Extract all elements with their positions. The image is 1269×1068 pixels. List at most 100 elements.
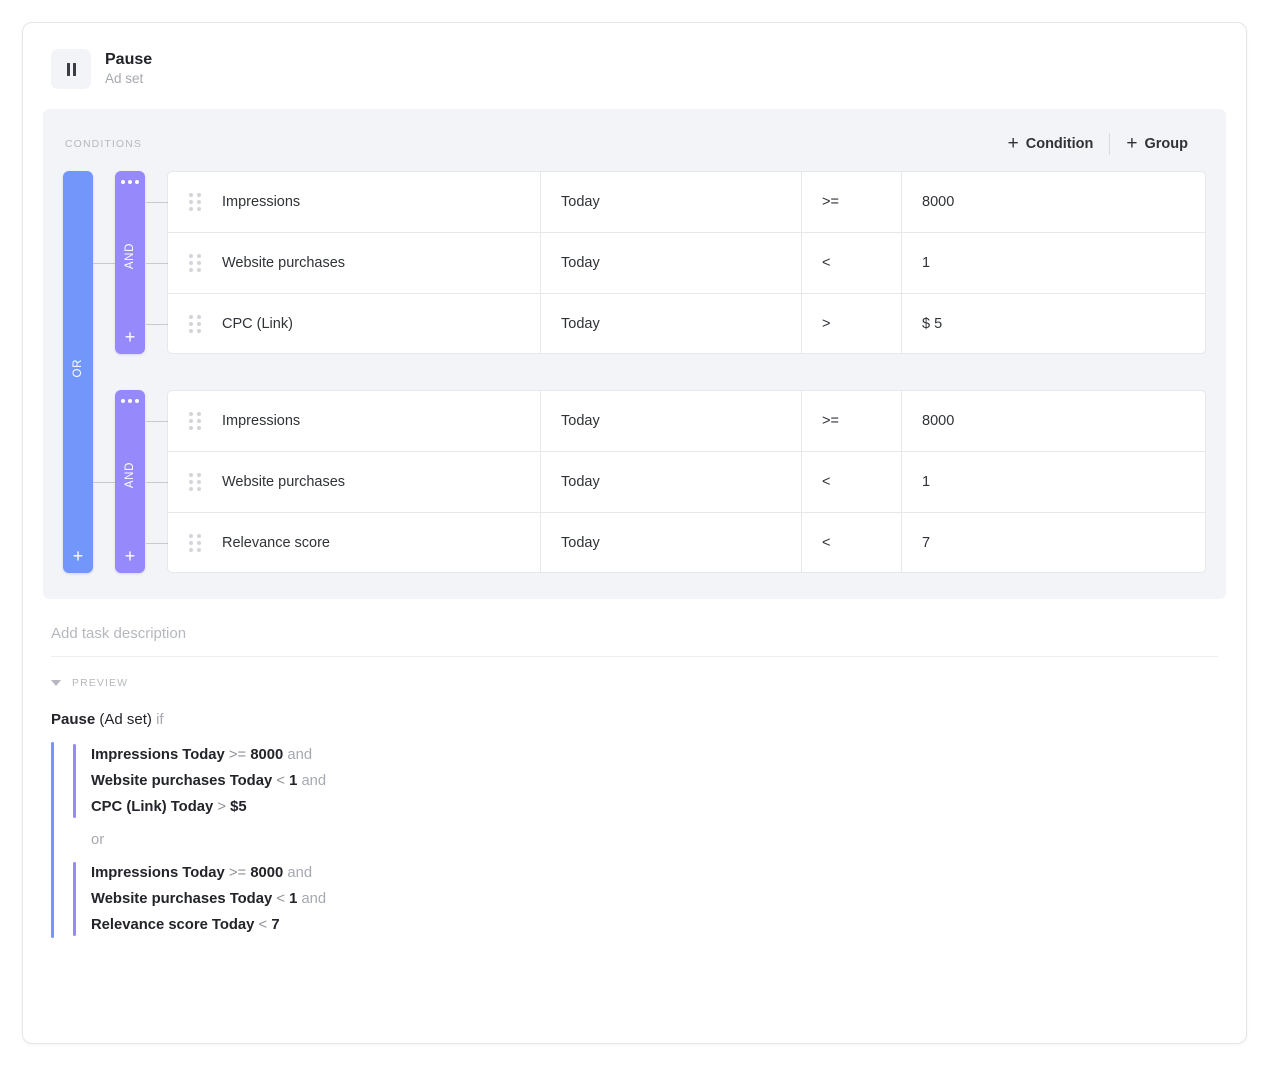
timeframe-cell[interactable]: Today (541, 172, 802, 232)
metric-cell[interactable]: Website purchases (168, 233, 541, 293)
metric-cell[interactable]: Website purchases (168, 452, 541, 512)
condition-group: AND + Impressions Today (93, 390, 1206, 573)
preview-line: Relevance score Today < 7 (91, 912, 1218, 938)
drag-handle-icon[interactable] (176, 412, 214, 430)
preview-and-bar (73, 862, 76, 936)
timeframe-cell[interactable]: Today (541, 294, 802, 353)
table-row[interactable]: Impressions Today >= 8000 (167, 390, 1206, 451)
preview-subject: Website purchases Today (91, 891, 272, 907)
preview-value: 8000 (250, 865, 283, 881)
preview-group: Impressions Today >= 8000 and Website pu… (67, 860, 1218, 938)
drag-handle-icon[interactable] (176, 315, 214, 333)
preview-subject: Impressions Today (91, 747, 225, 763)
timeframe-cell[interactable]: Today (541, 452, 802, 512)
task-header: Pause Ad set (23, 23, 1246, 109)
row-connector-line (146, 421, 168, 422)
drag-handle-icon[interactable] (176, 534, 214, 552)
operator-cell[interactable]: < (802, 513, 902, 572)
preview-section-label: PREVIEW (72, 677, 128, 689)
drag-handle-icon[interactable] (176, 473, 214, 491)
preview-operator: < (259, 917, 268, 933)
timeframe-cell[interactable]: Today (541, 513, 802, 572)
condition-groups: AND + Impressions Today (93, 171, 1206, 573)
preview-toggle[interactable]: PREVIEW (51, 657, 1218, 689)
or-operator-label: OR (72, 359, 84, 377)
metric-cell[interactable]: Impressions (168, 172, 541, 232)
add-condition-inline-button[interactable]: + (125, 548, 136, 564)
and-operator-column: AND + (115, 390, 145, 573)
and-operator-bar[interactable]: AND + (115, 390, 145, 573)
plus-icon: + (1126, 137, 1137, 151)
page-title: Pause (105, 50, 152, 69)
value-cell[interactable]: 1 (902, 233, 1205, 293)
operator-cell[interactable]: >= (802, 391, 902, 451)
preview-subject: Website purchases Today (91, 773, 272, 789)
operator-cell[interactable]: < (802, 233, 902, 293)
metric-cell[interactable]: CPC (Link) (168, 294, 541, 353)
metric-value: Website purchases (214, 474, 345, 490)
table-row[interactable]: Impressions Today >= 8000 (167, 171, 1206, 232)
metric-value: Relevance score (214, 535, 330, 551)
metric-value: Website purchases (214, 255, 345, 271)
preview-group: Impressions Today >= 8000 and Website pu… (67, 742, 1218, 820)
or-operator-bar[interactable]: OR + (63, 171, 93, 573)
conditions-actions: + Condition + Group (992, 133, 1204, 155)
preview-value: 1 (289, 891, 297, 907)
plus-icon: + (1008, 137, 1019, 151)
preview-operator: > (217, 799, 226, 815)
operator-cell[interactable]: >= (802, 172, 902, 232)
value-cell[interactable]: 8000 (902, 172, 1205, 232)
value-cell[interactable]: 7 (902, 513, 1205, 572)
preview-line: Website purchases Today < 1 and (91, 768, 1218, 794)
drag-handle-icon[interactable] (176, 254, 214, 272)
preview-body: Pause (Ad set) if Impressions Today >= 8… (51, 689, 1218, 938)
row-connector-line (146, 202, 168, 203)
preview-line: Website purchases Today < 1 and (91, 886, 1218, 912)
drag-handle-icon[interactable] (176, 193, 214, 211)
preview-or-bar (51, 742, 54, 938)
conditions-panel: CONDITIONS + Condition + Group (43, 109, 1226, 599)
task-description-input[interactable] (51, 625, 1218, 657)
add-condition-inline-button[interactable]: + (125, 329, 136, 345)
value-cell[interactable]: 8000 (902, 391, 1205, 451)
metric-cell[interactable]: Relevance score (168, 513, 541, 572)
and-operator-column: AND + (115, 171, 145, 354)
add-condition-button[interactable]: + Condition (992, 134, 1110, 154)
add-group-button[interactable]: + Group (1110, 134, 1204, 154)
preview-headline: Pause (Ad set) if (51, 711, 1218, 742)
metric-cell[interactable]: Impressions (168, 391, 541, 451)
and-operator-label: AND (124, 462, 136, 488)
preview-subject: Impressions Today (91, 865, 225, 881)
timeframe-cell[interactable]: Today (541, 391, 802, 451)
or-operator-column: OR + (63, 171, 93, 573)
value-cell[interactable]: 1 (902, 452, 1205, 512)
preview-operator: >= (229, 865, 246, 881)
and-operator-bar[interactable]: AND + (115, 171, 145, 354)
value-cell[interactable]: $ 5 (902, 294, 1205, 353)
add-condition-label: Condition (1026, 136, 1094, 152)
group-connector-line (93, 482, 115, 483)
group-menu-icon[interactable] (121, 399, 139, 403)
add-group-inline-button[interactable]: + (73, 548, 84, 564)
preview-conjunction: and (301, 773, 326, 789)
timeframe-cell[interactable]: Today (541, 233, 802, 293)
preview-action: Pause (51, 711, 95, 728)
operator-cell[interactable]: < (802, 452, 902, 512)
table-row[interactable]: Relevance score Today < 7 (167, 512, 1206, 573)
group-menu-icon[interactable] (121, 180, 139, 184)
preview-and-bar (73, 744, 76, 818)
task-card: Pause Ad set CONDITIONS + Condition + Gr… (22, 22, 1247, 1044)
table-row[interactable]: Website purchases Today < 1 (167, 232, 1206, 293)
preview-value: 8000 (250, 747, 283, 763)
preview-subject: CPC (Link) Today (91, 799, 213, 815)
row-connector-line (146, 482, 168, 483)
row-connector-line (146, 324, 168, 325)
preview-operator: >= (229, 747, 246, 763)
operator-cell[interactable]: > (802, 294, 902, 353)
conditions-toolbar: CONDITIONS + Condition + Group (63, 127, 1206, 171)
condition-rows: Impressions Today >= 8000 Website (167, 390, 1206, 573)
preview-conjunction: and (287, 865, 312, 881)
preview-line: Impressions Today >= 8000 and (91, 742, 1218, 768)
table-row[interactable]: Website purchases Today < 1 (167, 451, 1206, 512)
table-row[interactable]: CPC (Link) Today > $ 5 (167, 293, 1206, 354)
